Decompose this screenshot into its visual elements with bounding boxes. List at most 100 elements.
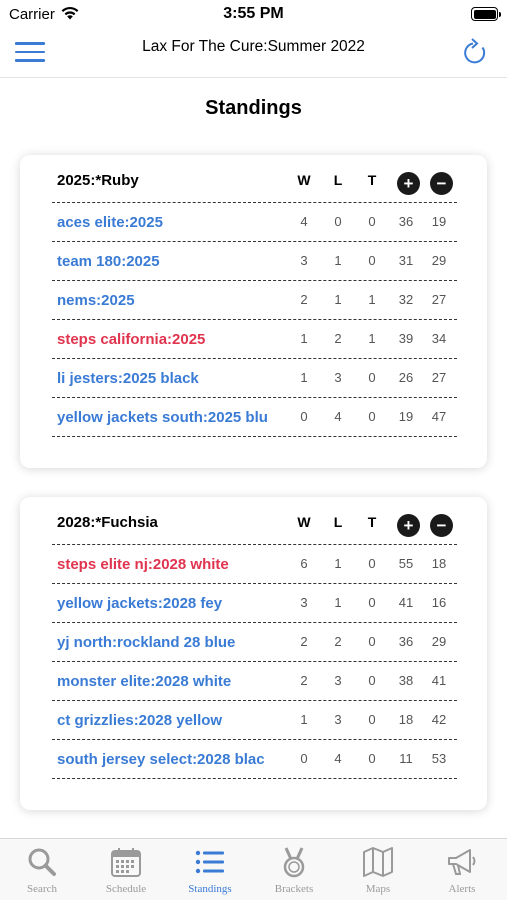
team-link[interactable]: team 180:2025 bbox=[57, 253, 289, 270]
losses-value: 3 bbox=[334, 673, 342, 688]
table-row: li jesters:2025 black 1 3 0 26 27 bbox=[52, 359, 457, 398]
ties-value: 1 bbox=[368, 331, 376, 346]
ties-value: 0 bbox=[368, 370, 376, 385]
team-link[interactable]: monster elite:2028 white bbox=[57, 673, 289, 690]
goals-against-value: 18 bbox=[431, 556, 447, 571]
menu-button[interactable] bbox=[15, 42, 45, 64]
losses-header: L bbox=[333, 514, 343, 530]
table-row: ct grizzlies:2028 yellow 1 3 0 18 42 bbox=[52, 701, 457, 740]
hamburger-icon bbox=[15, 42, 45, 45]
wins-value: 1 bbox=[300, 331, 308, 346]
losses-value: 4 bbox=[334, 751, 342, 766]
goals-against-value: 42 bbox=[431, 712, 447, 727]
ties-value: 0 bbox=[368, 751, 376, 766]
goals-for-value: 55 bbox=[398, 556, 414, 571]
team-link[interactable]: steps elite nj:2028 white bbox=[57, 556, 289, 573]
wins-value: 0 bbox=[300, 751, 308, 766]
calendar-icon bbox=[111, 848, 141, 877]
table-row: south jersey select:2028 blac 0 4 0 11 5… bbox=[52, 740, 457, 779]
team-link[interactable]: steps california:2025 bbox=[57, 331, 289, 348]
medal-icon bbox=[283, 847, 305, 878]
losses-value: 3 bbox=[334, 370, 342, 385]
ties-value: 0 bbox=[368, 673, 376, 688]
ties-header: T bbox=[367, 514, 377, 530]
standings-header: 2025:*Ruby W L T + − bbox=[52, 155, 457, 203]
tab-label: Schedule bbox=[105, 883, 147, 895]
goals-against-value: 29 bbox=[431, 634, 447, 649]
table-row: nems:2025 2 1 1 32 27 bbox=[52, 281, 457, 320]
tab-alerts[interactable]: Alerts bbox=[420, 839, 504, 900]
goals-against-icon[interactable]: − bbox=[430, 514, 453, 537]
team-link[interactable]: yellow jackets south:2025 blu bbox=[57, 409, 289, 426]
tab-label: Maps bbox=[365, 883, 391, 895]
tab-standings[interactable]: Standings bbox=[168, 839, 252, 900]
wins-value: 1 bbox=[300, 712, 308, 727]
table-row: monster elite:2028 white 2 3 0 38 41 bbox=[52, 662, 457, 701]
ties-header: T bbox=[367, 172, 377, 188]
division-card: 2025:*Ruby W L T + − aces elite:2025 4 0… bbox=[20, 155, 487, 468]
wins-header: W bbox=[297, 172, 311, 188]
team-link[interactable]: yj north:rockland 28 blue bbox=[57, 634, 289, 651]
losses-value: 1 bbox=[334, 595, 342, 610]
goals-for-value: 41 bbox=[398, 595, 414, 610]
tab-label: Alerts bbox=[448, 883, 476, 895]
nav-title: Lax For The Cure:Summer 2022 bbox=[142, 38, 365, 55]
goals-for-value: 31 bbox=[398, 253, 414, 268]
losses-value: 2 bbox=[334, 331, 342, 346]
ties-value: 0 bbox=[368, 595, 376, 610]
goals-for-value: 19 bbox=[398, 409, 414, 424]
goals-for-value: 11 bbox=[399, 751, 413, 766]
goals-against-icon[interactable]: − bbox=[430, 172, 453, 195]
table-row: steps elite nj:2028 white 6 1 0 55 18 bbox=[52, 545, 457, 584]
tab-bar: Search Schedule Standings Brackets Maps … bbox=[0, 838, 507, 900]
page-title: Standings bbox=[205, 97, 302, 119]
team-link[interactable]: ct grizzlies:2028 yellow bbox=[57, 712, 289, 729]
table-row: team 180:2025 3 1 0 31 29 bbox=[52, 242, 457, 281]
tab-search[interactable]: Search bbox=[0, 839, 84, 900]
goals-for-value: 32 bbox=[398, 292, 414, 307]
battery-icon bbox=[471, 7, 501, 21]
losses-header: L bbox=[333, 172, 343, 188]
tab-brackets[interactable]: Brackets bbox=[252, 839, 336, 900]
team-link[interactable]: aces elite:2025 bbox=[57, 214, 289, 231]
ties-value: 0 bbox=[368, 712, 376, 727]
losses-value: 1 bbox=[334, 292, 342, 307]
refresh-icon[interactable] bbox=[461, 37, 489, 67]
goals-for-value: 38 bbox=[398, 673, 414, 688]
losses-value: 2 bbox=[334, 634, 342, 649]
list-icon bbox=[195, 850, 224, 874]
map-icon bbox=[363, 847, 393, 877]
wins-value: 2 bbox=[300, 292, 308, 307]
division-title: 2028:*Fuchsia bbox=[57, 514, 158, 531]
team-link[interactable]: yellow jackets:2028 fey bbox=[57, 595, 289, 612]
table-row: yellow jackets:2028 fey 3 1 0 41 16 bbox=[52, 584, 457, 623]
team-link[interactable]: nems:2025 bbox=[57, 292, 289, 309]
wins-value: 2 bbox=[300, 673, 308, 688]
goals-for-value: 18 bbox=[398, 712, 414, 727]
team-link[interactable]: south jersey select:2028 blac bbox=[57, 751, 289, 768]
wins-value: 4 bbox=[300, 214, 308, 229]
wins-value: 2 bbox=[300, 634, 308, 649]
goals-for-icon[interactable]: + bbox=[397, 514, 420, 537]
team-link[interactable]: li jesters:2025 black bbox=[57, 370, 289, 387]
losses-value: 1 bbox=[334, 556, 342, 571]
goals-against-value: 27 bbox=[431, 370, 447, 385]
goals-against-value: 41 bbox=[431, 673, 447, 688]
division-title: 2025:*Ruby bbox=[57, 172, 139, 189]
goals-against-value: 29 bbox=[431, 253, 447, 268]
status-bar: Carrier 3:55 PM bbox=[0, 0, 507, 30]
ties-value: 1 bbox=[368, 292, 376, 307]
megaphone-icon bbox=[448, 849, 476, 875]
goals-for-icon[interactable]: + bbox=[397, 172, 420, 195]
goals-for-value: 36 bbox=[398, 214, 414, 229]
ties-value: 0 bbox=[368, 556, 376, 571]
tab-maps[interactable]: Maps bbox=[336, 839, 420, 900]
tab-label: Brackets bbox=[274, 883, 314, 895]
wins-header: W bbox=[297, 514, 311, 530]
goals-against-value: 34 bbox=[431, 331, 447, 346]
ties-value: 0 bbox=[368, 634, 376, 649]
tab-schedule[interactable]: Schedule bbox=[84, 839, 168, 900]
wins-value: 0 bbox=[300, 409, 308, 424]
wins-value: 3 bbox=[300, 253, 308, 268]
ties-value: 0 bbox=[368, 214, 376, 229]
